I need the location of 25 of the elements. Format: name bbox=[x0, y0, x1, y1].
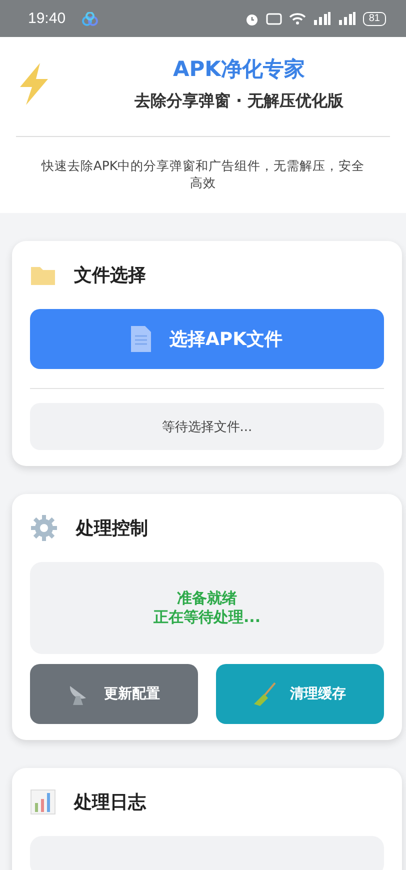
status-time: 19:40 bbox=[28, 10, 66, 27]
select-file-button[interactable]: 选择APK文件 bbox=[30, 309, 384, 369]
status-text: 正在等待处理... bbox=[153, 608, 261, 627]
status-text: 准备就绪 bbox=[177, 589, 237, 608]
app-subtitle: 去除分享弹窗 · 无解压优化版 bbox=[134, 91, 344, 112]
app-notification-icon bbox=[82, 12, 98, 26]
section-title: 文件选择 bbox=[74, 264, 146, 287]
signal-icon bbox=[312, 12, 331, 25]
section-title: 处理日志 bbox=[74, 791, 146, 814]
folder-icon bbox=[30, 264, 56, 286]
battery-level: 81 bbox=[362, 12, 386, 26]
file-status: 等待选择文件... bbox=[30, 403, 384, 450]
settings-icon bbox=[30, 514, 58, 542]
bar-chart-icon bbox=[30, 789, 56, 815]
action-button[interactable]: 更新配置 bbox=[30, 664, 198, 724]
action-button[interactable]: 清理缓存 bbox=[216, 664, 384, 724]
broom-icon bbox=[254, 682, 276, 706]
app-title: APK净化专家 bbox=[173, 56, 305, 83]
hd-icon bbox=[266, 12, 282, 24]
signal-icon bbox=[338, 12, 356, 25]
document-icon bbox=[131, 326, 152, 352]
alarm-icon bbox=[244, 12, 259, 26]
app-description: 快速去除APK中的分享弹窗和广告组件，无需解压，安全高效 bbox=[40, 157, 366, 191]
wifi-icon bbox=[288, 12, 306, 25]
section-title: 处理控制 bbox=[76, 517, 148, 540]
